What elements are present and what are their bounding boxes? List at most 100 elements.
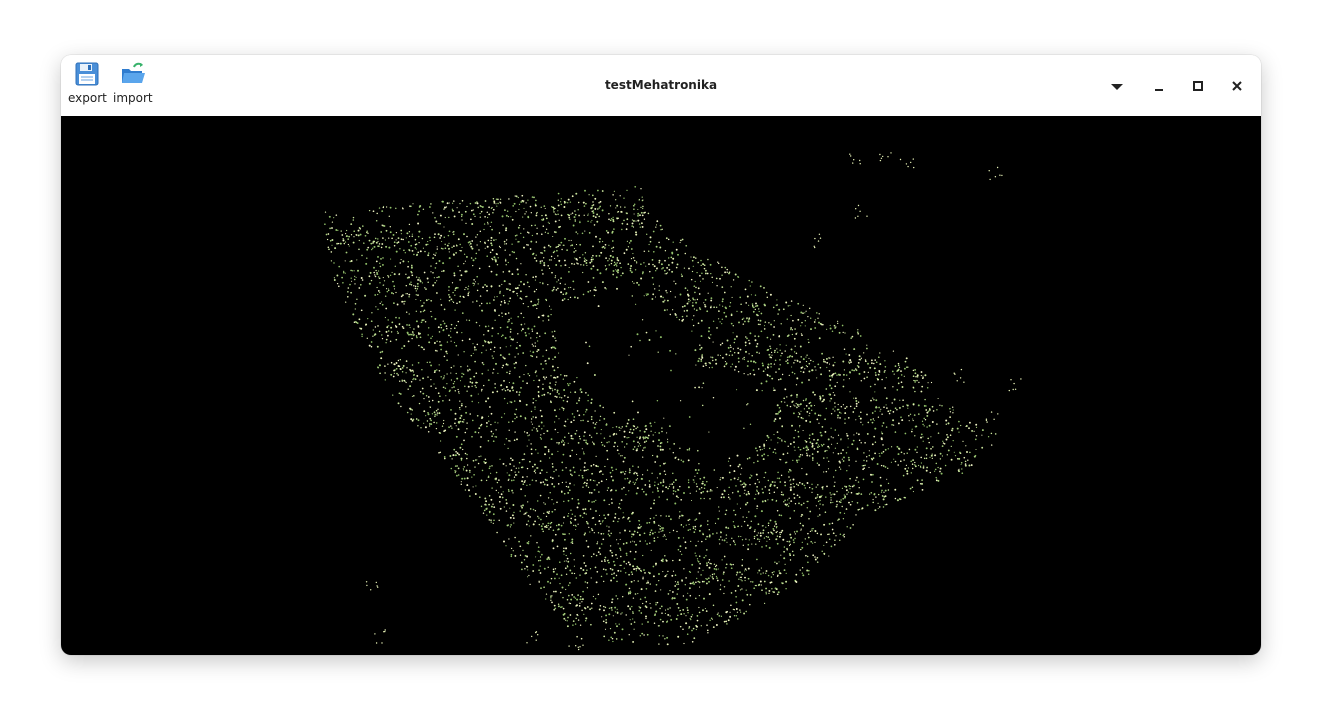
cloud-point [631, 605, 633, 608]
cloud-point [688, 587, 691, 590]
cloud-point [691, 582, 694, 585]
cloud-point [599, 404, 602, 407]
cloud-point [583, 466, 586, 468]
close-icon [1231, 77, 1243, 96]
cloud-point [325, 233, 328, 236]
maximize-button[interactable] [1186, 74, 1210, 98]
cloud-point [783, 501, 785, 503]
cloud-point [738, 361, 740, 363]
import-button[interactable]: import [113, 61, 153, 105]
cloud-point [448, 251, 450, 253]
cloud-point [704, 269, 707, 272]
cloud-point [695, 490, 698, 492]
cloud-point [631, 573, 634, 576]
cloud-point [788, 502, 790, 504]
cloud-point [606, 458, 609, 461]
cloud-point [797, 318, 800, 321]
cloud-point [324, 211, 327, 213]
cloud-point [642, 456, 644, 458]
cloud-point [857, 329, 859, 331]
cloud-point [696, 619, 699, 622]
cloud-point [457, 320, 460, 323]
cloud-point [939, 452, 942, 455]
cloud-point [585, 617, 588, 620]
cloud-point [536, 307, 538, 310]
cloud-point [932, 446, 934, 448]
cloud-point [560, 241, 563, 244]
export-label: export [68, 91, 107, 105]
cloud-point [335, 214, 338, 216]
cloud-point [441, 270, 443, 273]
cloud-point [437, 233, 440, 236]
minimize-button[interactable] [1147, 74, 1171, 98]
cloud-point [798, 502, 800, 505]
cloud-point [540, 438, 542, 440]
cloud-point [852, 524, 854, 526]
cloud-point [749, 423, 752, 425]
cloud-point [939, 404, 941, 406]
cloud-point [468, 244, 471, 246]
cloud-point [411, 331, 414, 333]
cloud-point [639, 430, 641, 432]
cloud-point [410, 381, 413, 383]
cloud-point [964, 460, 967, 463]
cloud-point [725, 611, 728, 614]
cloud-point [816, 312, 818, 314]
cloud-point [800, 548, 802, 551]
cloud-point [457, 421, 460, 423]
cloud-point [594, 410, 596, 412]
cloud-point [453, 245, 455, 247]
cloud-point [556, 391, 558, 393]
cloud-point [452, 454, 455, 457]
cloud-point [719, 588, 722, 591]
cloud-point [615, 433, 618, 435]
title-bar[interactable]: testMehatronika export import [61, 55, 1261, 116]
cloud-point [897, 382, 900, 385]
cloud-point [614, 263, 617, 266]
cloud-point [668, 257, 670, 259]
cloud-point [752, 306, 755, 309]
cloud-point [562, 596, 564, 599]
cloud-point [637, 215, 639, 217]
cloud-point [499, 198, 502, 200]
cloud-point [385, 245, 388, 248]
cloud-point [663, 534, 666, 536]
cloud-point [553, 503, 555, 505]
cloud-point [662, 484, 664, 487]
window-menu-button[interactable] [1105, 74, 1129, 98]
cloud-point [491, 391, 494, 394]
cloud-point [621, 612, 623, 614]
cloud-point [518, 376, 521, 378]
cloud-point [706, 578, 708, 581]
cloud-point [935, 476, 937, 479]
cloud-point [744, 503, 747, 506]
cloud-point [473, 279, 475, 281]
cloud-point [414, 378, 417, 381]
cloud-point [466, 205, 468, 208]
cloud-point [675, 495, 678, 498]
cloud-point [778, 570, 780, 572]
cloud-point [745, 350, 747, 353]
cloud-point [785, 360, 787, 363]
cloud-point [593, 532, 595, 534]
cloud-point [744, 485, 746, 488]
cloud-point [387, 289, 390, 292]
cloud-point [864, 442, 866, 444]
cloud-point [515, 408, 518, 411]
cloud-point [964, 463, 967, 465]
cloud-point [396, 372, 398, 375]
point-cloud-viewport[interactable] [61, 116, 1261, 655]
cloud-point [476, 202, 479, 205]
cloud-point [819, 322, 822, 325]
export-button[interactable]: export [68, 61, 107, 105]
cloud-point [618, 623, 620, 625]
cloud-point [645, 265, 647, 267]
cloud-point [762, 364, 764, 367]
cloud-point [830, 387, 833, 390]
cloud-point [557, 210, 559, 212]
close-button[interactable] [1225, 74, 1249, 98]
cloud-point [806, 454, 809, 457]
cloud-point [395, 367, 398, 370]
cloud-point [635, 233, 638, 236]
cloud-point [752, 310, 755, 313]
